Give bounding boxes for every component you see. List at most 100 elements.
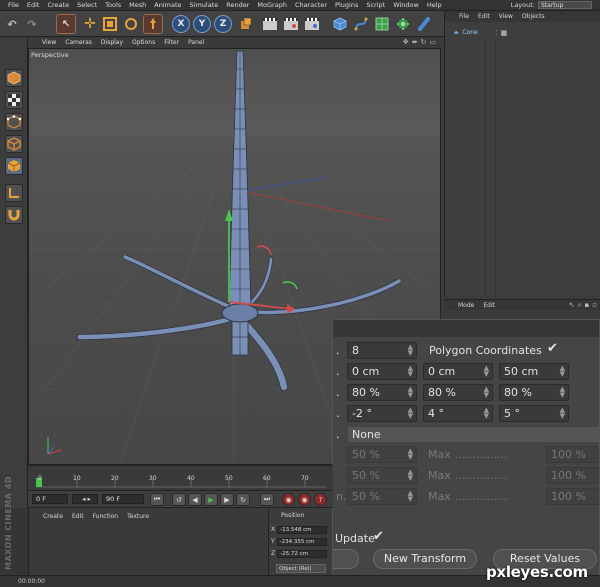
viewport-menu-display[interactable]: Display <box>101 39 123 46</box>
redo-icon[interactable]: ↷ <box>22 14 42 34</box>
render-settings-icon[interactable] <box>302 14 322 34</box>
deformer-icon[interactable] <box>414 14 434 34</box>
menu-create[interactable]: Create <box>47 1 69 9</box>
objects-menu-objects[interactable]: Objects <box>522 13 545 20</box>
menu-file[interactable]: File <box>8 1 19 9</box>
objects-menu-file[interactable]: File <box>459 13 469 20</box>
axis-mode-icon[interactable] <box>5 184 23 202</box>
stepper-icon[interactable]: ▲ ▼ <box>560 365 565 378</box>
new-panel-icon[interactable]: ▫ <box>592 301 597 310</box>
viewport-menu-filter[interactable]: Filter <box>164 39 179 46</box>
step-back-icon[interactable]: ◀ <box>188 493 202 506</box>
play-icon[interactable]: ▶ <box>204 493 218 506</box>
rotation-z-field[interactable]: 5 ° ▲ ▼ <box>499 405 569 422</box>
scale-y-field[interactable]: 80 % ▲ ▼ <box>423 384 493 401</box>
attributes-menu-edit[interactable]: Edit <box>483 302 495 309</box>
autokey-icon[interactable]: ◉ <box>298 493 311 506</box>
model-mode-icon[interactable] <box>5 69 23 87</box>
stepper-icon[interactable]: ▲ ▼ <box>408 344 413 357</box>
menu-edit[interactable]: Edit <box>27 1 40 9</box>
stepper-icon[interactable]: ▲ ▼ <box>484 386 489 399</box>
viewport-menu-panel[interactable]: Panel <box>188 39 204 46</box>
tag-checker-icon[interactable]: ▦ <box>501 29 508 37</box>
edges-mode-icon[interactable] <box>5 135 23 153</box>
z-axis-lock-button[interactable]: Z <box>214 15 232 33</box>
objects-menu-view[interactable]: View <box>499 13 513 20</box>
attributes-menu-mode[interactable]: Mode <box>458 302 474 309</box>
position-z-field[interactable]: -25.72 cm <box>277 549 328 558</box>
points-mode-icon[interactable] <box>5 113 23 131</box>
stepper-icon[interactable]: ▲ ▼ <box>408 386 413 399</box>
stepper-icon[interactable]: ▲ ▼ <box>484 407 489 420</box>
y-axis-lock-button[interactable]: Y <box>193 15 211 33</box>
layout-select[interactable]: Startup <box>538 1 592 9</box>
rotate-view-icon[interactable]: ↻ <box>421 38 427 46</box>
materials-menu-edit[interactable]: Edit <box>72 513 84 520</box>
animation-timeline[interactable]: 0 10 20 30 40 50 60 70 <box>28 465 333 490</box>
menu-plugins[interactable]: Plugins <box>335 1 358 9</box>
count-field[interactable]: 8 ▲ ▼ <box>347 342 417 359</box>
polygons-mode-icon[interactable] <box>5 157 23 175</box>
menu-character[interactable]: Character <box>295 1 327 9</box>
render-view-icon[interactable] <box>260 14 280 34</box>
move-y-field[interactable]: 0 cm ▲ ▼ <box>423 363 493 380</box>
viewport-menu-view[interactable]: View <box>42 39 56 46</box>
menu-window[interactable]: Window <box>393 1 419 9</box>
next-key-icon[interactable]: ↻ <box>236 493 250 506</box>
frame-slider[interactable]: ◂ ▸ <box>72 494 98 504</box>
scale-x-field[interactable]: 80 % ▲ ▼ <box>347 384 417 401</box>
polygon-coordinates-checkbox[interactable]: ✔ <box>547 341 558 356</box>
select-cursor-icon[interactable]: ↖ <box>56 14 76 34</box>
menu-tools[interactable]: Tools <box>105 1 121 9</box>
rotation-y-field[interactable]: 4 ° ▲ ▼ <box>423 405 493 422</box>
step-forward-icon[interactable]: ▶ <box>220 493 234 506</box>
menu-mesh[interactable]: Mesh <box>129 1 146 9</box>
scale-z-field[interactable]: 80 % ▲ ▼ <box>499 384 569 401</box>
materials-menu-function[interactable]: Function <box>93 513 119 520</box>
stepper-icon[interactable]: ▲ ▼ <box>408 365 413 378</box>
record-keys-icon[interactable]: ◉ <box>282 493 295 506</box>
move-z-field[interactable]: 50 cm ▲ ▼ <box>499 363 569 380</box>
menu-simulate[interactable]: Simulate <box>190 1 219 9</box>
menu-script[interactable]: Script <box>366 1 385 9</box>
coordinate-system-icon[interactable] <box>236 14 256 34</box>
materials-menu-texture[interactable]: Texture <box>127 513 149 520</box>
spline-pen-icon[interactable] <box>351 14 371 34</box>
array-generator-icon[interactable] <box>393 14 413 34</box>
x-axis-lock-button[interactable]: X <box>172 15 190 33</box>
position-x-field[interactable]: -13.548 cm <box>277 525 328 534</box>
visibility-dots-icon[interactable]: ⁚ <box>495 29 497 37</box>
menu-render[interactable]: Render <box>226 1 249 9</box>
snap-magnet-icon[interactable] <box>5 206 23 224</box>
viewport-menu-options[interactable]: Options <box>132 39 155 46</box>
variation-mode-select[interactable]: None <box>347 426 599 443</box>
arrow-up-icon[interactable]: ↖ <box>569 301 575 310</box>
render-picture-viewer-icon[interactable] <box>281 14 301 34</box>
object-row-cone[interactable]: ⏶ Cone ⁚ ▦ <box>445 28 600 37</box>
menu-select[interactable]: Select <box>77 1 97 9</box>
menu-help[interactable]: Help <box>427 1 442 9</box>
end-frame-field[interactable]: 90 F <box>102 494 144 504</box>
materials-menu-create[interactable]: Create <box>43 513 63 520</box>
live-selection-icon[interactable] <box>143 14 163 34</box>
stepper-icon[interactable]: ▲ ▼ <box>484 365 489 378</box>
texture-mode-icon[interactable] <box>5 91 23 109</box>
go-to-end-icon[interactable]: ⏭ <box>260 493 274 506</box>
menu-mograph[interactable]: MoGraph <box>257 1 287 9</box>
subdivision-surface-icon[interactable] <box>372 14 392 34</box>
maximize-view-icon[interactable]: ▭ <box>429 38 436 46</box>
move-x-field[interactable]: 0 cm ▲ ▼ <box>347 363 417 380</box>
search-icon[interactable]: ⌕ <box>578 301 582 310</box>
keyframe-selection-icon[interactable]: ? <box>314 493 327 506</box>
stepper-icon[interactable]: ▲ ▼ <box>560 407 565 420</box>
realtime-update-checkbox[interactable]: ✔ <box>373 529 384 544</box>
coordinate-mode-select[interactable]: Object (Rel) <box>276 564 326 573</box>
rotation-x-field[interactable]: -2 ° ▲ ▼ <box>347 405 417 422</box>
objects-menu-edit[interactable]: Edit <box>478 13 490 20</box>
stepper-icon[interactable]: ▲ ▼ <box>408 407 413 420</box>
start-frame-field[interactable]: 0 F <box>32 494 68 504</box>
viewport-menu-cameras[interactable]: Cameras <box>65 39 92 46</box>
position-y-field[interactable]: -234.355 cm <box>276 537 327 546</box>
move-tool-icon[interactable]: ✛ <box>80 14 100 34</box>
cube-primitive-icon[interactable] <box>330 14 350 34</box>
